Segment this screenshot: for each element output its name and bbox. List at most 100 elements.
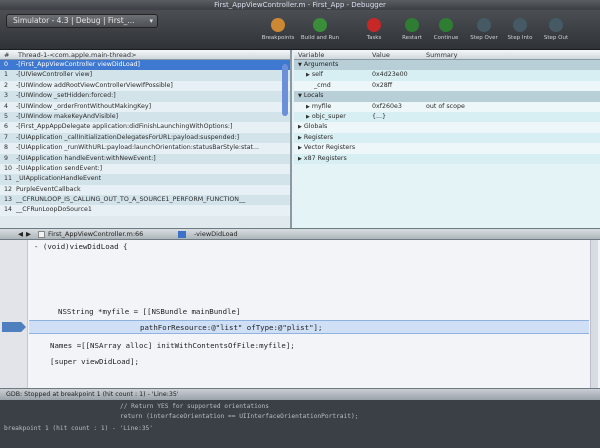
variable-name-cell: ▶ Globals (298, 122, 327, 132)
stack-frame-row[interactable]: 0 -[First_AppViewController viewDidLoad] (0, 60, 290, 71)
frame-label: -[UIApplication _runWithURL:payload:laun… (16, 144, 260, 152)
column-value[interactable]: Value (372, 50, 390, 60)
stack-frame-row[interactable]: 3 -[UIWindow _setHidden:forced:] (0, 91, 290, 102)
frame-number: 3 (4, 92, 9, 100)
variables-pane: Variable Value Summary ▼ Arguments ▶ self 0x… (294, 50, 600, 228)
frame-number: 14 (4, 206, 13, 214)
stack-frame-row[interactable]: 6 -[First_AppAppDelegate application:didF… (0, 122, 290, 133)
scheme-popup[interactable]: Simulator - 4.3 | Debug | First_... ▾ (6, 14, 158, 28)
code-line: [super viewDidLoad]; (50, 357, 139, 366)
thread-scrollbar[interactable] (282, 64, 288, 116)
toolbar-button[interactable]: Step Into (500, 18, 540, 50)
disclosure-open-icon[interactable]: ▼ (298, 93, 302, 99)
variable-row[interactable]: ▶ x87 Registers (294, 153, 600, 164)
scheme-label: Simulator - 4.3 | Debug | First_... (13, 16, 135, 25)
build-run-icon (313, 18, 327, 32)
thread-stack-pane: # Thread-1-<com.apple.main-thread> 0 -[Fir… (0, 50, 292, 228)
disclosure-closed-icon[interactable]: ▶ (306, 72, 310, 78)
frame-number: 5 (4, 112, 9, 120)
stack-frame-row[interactable]: 4 -[UIWindow _orderFrontWithoutMakingKey] (0, 101, 290, 112)
frame-label: -[UIApplication sendEvent:] (16, 164, 103, 172)
column-variable[interactable]: Variable (298, 50, 324, 60)
frame-label: -[UIWindow _orderFrontWithoutMakingKey] (16, 102, 152, 110)
variable-row[interactable]: ▶ myfile 0xf260e3 out of scope (294, 101, 600, 112)
toolbar-button-label: Step Into (507, 35, 533, 41)
variable-name: x87 Registers (303, 154, 347, 162)
console-line: return (interfaceOrientation == UIInterf… (120, 413, 359, 420)
toolbar-button-label: Step Out (543, 35, 569, 41)
stack-frame-row[interactable]: 13 __CFRUNLOOP_IS_CALLING_OUT_TO_A_SOURCE… (0, 195, 290, 206)
frame-label: -[First_AppViewController viewDidLoad] (16, 61, 141, 68)
frame-label: -[UIWindow _setHidden:forced:] (16, 92, 116, 100)
toolbar-button[interactable]: Step Over (464, 18, 504, 50)
variable-value: 0xf260e3 (372, 102, 402, 110)
thread-name: Thread-1-<com.apple.main-thread> (18, 51, 137, 59)
editor-gutter[interactable] (0, 240, 28, 388)
frame-label: __CFRunLoopDoSource1 (16, 206, 92, 214)
toolbar-button[interactable]: Continue (426, 18, 466, 50)
editor-scrollbar[interactable] (590, 240, 598, 388)
stack-frame-row[interactable]: 5 -[UIWindow makeKeyAndVisible] (0, 111, 290, 123)
toolbar-button[interactable]: Build and Run (300, 18, 340, 50)
thread-popup[interactable]: # Thread-1-<com.apple.main-thread> (0, 50, 290, 60)
variable-row[interactable]: ▶ Registers (294, 132, 600, 144)
variable-row[interactable]: ▶ self 0x4d23e00 (294, 70, 600, 81)
variable-row[interactable]: ▶ objc_super {...} (294, 111, 600, 123)
code-line: - (void)viewDidLoad { (34, 242, 128, 251)
frame-label: -[UIApplication _callInitializationDeleg… (16, 133, 240, 141)
file-icon (38, 231, 45, 238)
stack-frame-row[interactable]: 10 -[UIApplication sendEvent:] (0, 163, 290, 175)
frame-number: 7 (4, 133, 9, 141)
stack-frame-row[interactable]: 1 -[UIViewController view] (0, 70, 290, 81)
toolbar-button-label: Restart (402, 35, 422, 41)
step-out-icon (549, 18, 563, 32)
console-line: // Return YES for supported orientations (120, 403, 270, 410)
back-icon[interactable]: ◀ (18, 229, 23, 240)
column-summary[interactable]: Summary (426, 50, 457, 60)
toolbar-button[interactable]: Breakpoints (258, 18, 298, 50)
disclosure-closed-icon[interactable]: ▶ (306, 104, 310, 110)
stack-frame-row[interactable]: 12 PurpleEventCallback (0, 184, 290, 196)
frame-label: -[UIApplication handleEvent:withNewEvent… (16, 154, 156, 162)
stack-frame-row[interactable]: 9 -[UIApplication handleEvent:withNewEven… (0, 153, 290, 164)
forward-icon[interactable]: ▶ (26, 229, 31, 240)
code-editor[interactable]: - (void)viewDidLoad { NSString *myfile =… (0, 240, 600, 388)
debugger-status-bar: GDB: Stopped at breakpoint 1 (hit count … (0, 388, 600, 400)
breakpoint-arrow-icon[interactable] (2, 322, 26, 332)
stack-frame-row[interactable]: 8 -[UIApplication _runWithURL:payload:lau… (0, 143, 290, 154)
variable-row[interactable]: ▶ Vector Registers (294, 143, 600, 154)
stack-frame-row[interactable]: 7 -[UIApplication _callInitializationDele… (0, 132, 290, 144)
variable-row[interactable]: ▼ Arguments (294, 60, 600, 71)
window-title: First_AppViewController.m - First_App - … (0, 0, 600, 10)
toolbar-button[interactable]: Tasks (354, 18, 394, 50)
disclosure-closed-icon[interactable]: ▶ (298, 124, 302, 130)
frame-number: 13 (4, 196, 13, 204)
console-line: breakpoint 1 (hit count : 1) - 'Line:35' (4, 425, 154, 432)
toolbar-button[interactable]: Step Out (536, 18, 576, 50)
frame-number: 1 (4, 71, 9, 79)
editor-navigation-bar: ◀ ▶ First_AppViewController.m:66 -viewDi… (0, 228, 600, 240)
variable-row[interactable]: ▼ Locals (294, 91, 600, 102)
code-line: NSString *myfile = [[NSBundle mainBundle… (58, 307, 241, 316)
symbol-popup[interactable]: -viewDidLoad (194, 229, 238, 240)
frame-number: 4 (4, 102, 9, 110)
stack-frame-row[interactable]: 14 __CFRunLoopDoSource1 (0, 205, 290, 216)
variable-row[interactable]: ▶ Globals (294, 122, 600, 133)
file-popup[interactable]: First_AppViewController.m:66 (48, 229, 143, 240)
disclosure-open-icon[interactable]: ▼ (298, 62, 302, 68)
disclosure-closed-icon[interactable]: ▶ (298, 156, 302, 162)
step-into-icon (513, 18, 527, 32)
frame-number: 8 (4, 144, 9, 152)
variable-row[interactable]: _cmd 0x28ff (294, 80, 600, 92)
disclosure-closed-icon[interactable]: ▶ (298, 145, 302, 151)
toolbar-button-label: Continue (433, 35, 459, 41)
stack-frame-row[interactable]: 2 -[UIWindow addRootViewControllerViewIfP… (0, 80, 290, 92)
debugger-upper-area: # Thread-1-<com.apple.main-thread> 0 -[Fir… (0, 50, 600, 228)
disclosure-closed-icon[interactable]: ▶ (306, 114, 310, 120)
toolbar-button-label: Breakpoints (261, 35, 295, 41)
frame-label: -[First_AppAppDelegate application:didFi… (16, 123, 233, 131)
variable-value: 0x4d23e00 (372, 71, 408, 79)
breakpoints-icon (271, 18, 285, 32)
disclosure-closed-icon[interactable]: ▶ (298, 135, 302, 141)
stack-frame-row[interactable]: 11 _UIApplicationHandleEvent (0, 174, 290, 185)
